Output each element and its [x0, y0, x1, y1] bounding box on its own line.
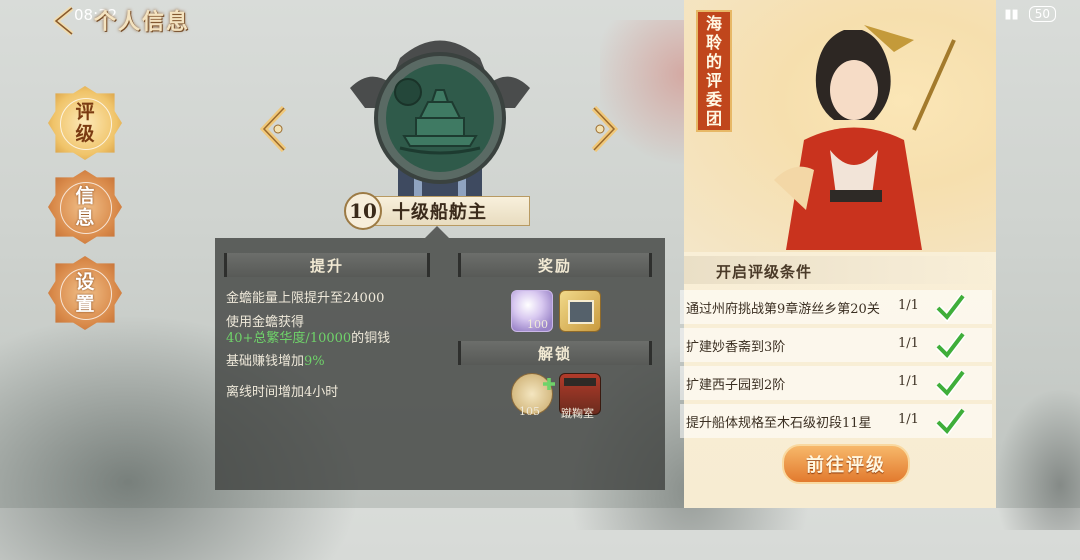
- tab-rating[interactable]: 评 级: [48, 86, 122, 160]
- condition-text: 提升船体规格至木石级初段11星: [686, 416, 872, 431]
- checkmark-icon: [935, 407, 966, 436]
- upgrade-line-coins: 40+总繁华度/10000的铜钱: [226, 330, 390, 347]
- coin-formula: 40+总繁华度/10000: [226, 331, 352, 346]
- upgrade-line-use: 使用金蟾获得: [226, 315, 305, 330]
- condition-progress: 1/1: [898, 412, 919, 427]
- earning-value: 9%: [304, 354, 325, 369]
- scroll-reward-icon[interactable]: [559, 290, 601, 332]
- checkmark-icon: [935, 293, 966, 322]
- prev-rank-arrow-icon[interactable]: [258, 104, 292, 154]
- condition-progress: 1/1: [898, 374, 919, 389]
- go-to-rating-button[interactable]: 前往评级: [782, 444, 910, 484]
- rank-plate: 10 十级船舫主: [344, 192, 530, 230]
- condition-progress: 1/1: [898, 336, 919, 351]
- condition-text: 扩建妙香斋到3阶: [686, 340, 786, 355]
- upgrade-line-energy: 金蟾能量上限提升至24000: [226, 291, 385, 306]
- scroll-reward-picture: [568, 300, 594, 324]
- condition-progress: 1/1: [898, 298, 919, 313]
- unlock-heading: 解锁: [458, 341, 652, 365]
- rank-emblem-icon: [350, 40, 530, 198]
- condition-text: 通过州府挑战第9章游丝乡第20关: [686, 302, 880, 317]
- checkmark-icon: [935, 369, 966, 398]
- cuju-room-roof: [564, 378, 596, 386]
- condition-row: 扩建西子园到2阶 1/1: [680, 366, 992, 400]
- cuju-room-label: 蹴鞠室: [561, 407, 594, 420]
- rank-detail-panel: 提升 金蟾能量上限提升至24000 使用金蟾获得 40+总繁华度/10000的铜…: [215, 226, 665, 490]
- next-rank-arrow-icon[interactable]: [586, 104, 620, 154]
- checkmark-icon: [935, 331, 966, 360]
- reward-heading: 奖励: [458, 253, 652, 277]
- coin-formula-suffix: 的铜钱: [351, 331, 391, 346]
- condition-text: 扩建西子园到2阶: [686, 378, 786, 393]
- tab-info[interactable]: 信 息: [48, 170, 122, 244]
- pearl-reward-count: 100: [527, 318, 548, 331]
- condition-row: 通过州府挑战第9章游丝乡第20关 1/1: [680, 290, 992, 324]
- conditions-title: 开启评级条件: [716, 263, 813, 281]
- tab-settings-label: 设 置: [75, 271, 95, 315]
- page-title: 个人信息: [94, 9, 191, 35]
- rank-level-badge: 10: [344, 192, 382, 230]
- condition-row: 提升船体规格至木石级初段11星 1/1: [680, 404, 992, 438]
- signal-icon: ▮▮: [1004, 6, 1019, 22]
- back-arrow-icon[interactable]: [50, 6, 78, 36]
- battery-indicator: 50: [1028, 6, 1056, 22]
- upgrade-heading: 提升: [224, 253, 430, 277]
- upgrade-line-earning: 基础赚钱增加9%: [226, 353, 325, 370]
- rank-name: 十级船舫主: [392, 202, 487, 223]
- upgrade-line-offline: 离线时间增加4小时: [226, 385, 339, 400]
- tab-settings[interactable]: 设 置: [48, 256, 122, 330]
- earning-prefix: 基础赚钱增加: [226, 354, 305, 369]
- committee-banner: 海 聆 的 评 委 团: [696, 10, 732, 132]
- character-portrait-icon: [774, 25, 956, 250]
- golden-toad-unlock-count: 105: [519, 405, 540, 418]
- tab-info-label: 信 息: [75, 185, 95, 229]
- tab-rating-label: 评 级: [75, 101, 95, 145]
- condition-row: 扩建妙香斋到3阶 1/1: [680, 328, 992, 362]
